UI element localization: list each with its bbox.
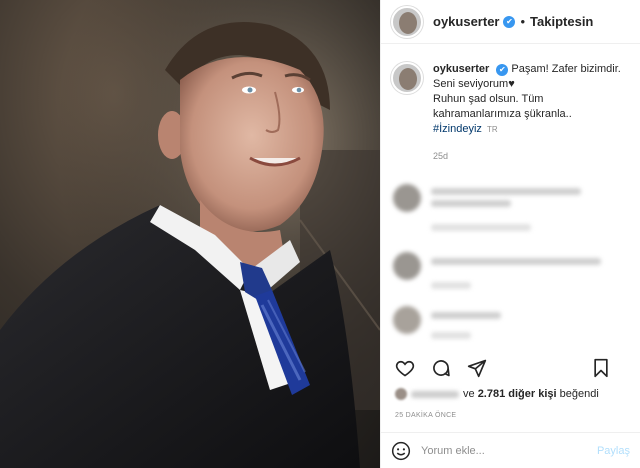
caption: oykuserter ✔ Paşam! Zafer bizimdir. Seni… <box>381 56 640 137</box>
avatar[interactable] <box>391 5 423 38</box>
liker-avatar <box>395 388 407 400</box>
separator-dot: • <box>520 14 526 29</box>
follow-status[interactable]: Takiptesin <box>530 14 593 29</box>
blurred-text <box>431 312 501 319</box>
caption-verified-icon: ✔ <box>496 64 509 76</box>
likes-count[interactable]: 2.781 diğer kişi <box>478 388 557 400</box>
blurred-avatar <box>393 252 421 280</box>
heart-icon[interactable] <box>395 358 415 378</box>
post-side-panel: oykuserter ✔ • Takiptesin oykuserter ✔ P… <box>380 0 640 468</box>
emoji-icon[interactable] <box>391 441 411 461</box>
bookmark-icon[interactable] <box>591 358 611 378</box>
header-username[interactable]: oykuserter <box>433 14 499 29</box>
blurred-comment <box>393 306 629 348</box>
caption-line-3: Ruhun şad olsun. Tüm <box>433 93 544 105</box>
verified-badge-icon: ✔ <box>503 15 516 28</box>
portrait-illustration <box>0 0 380 468</box>
blurred-avatar <box>393 306 421 334</box>
liker-name-blurred <box>411 390 459 398</box>
blurred-text <box>431 200 511 207</box>
comment-icon[interactable] <box>431 358 451 378</box>
blurred-comment <box>393 184 629 232</box>
blurred-text <box>431 258 601 265</box>
language-tag: TR <box>486 125 498 134</box>
likes-suffix: beğendi <box>559 388 599 400</box>
share-button[interactable]: Paylaş <box>597 445 630 457</box>
caption-avatar[interactable] <box>391 62 423 94</box>
post-photo[interactable] <box>0 0 380 468</box>
comment-composer: Paylaş <box>381 432 640 468</box>
post-timestamp[interactable]: 25 DAKİKA ÖNCE <box>395 412 456 419</box>
blurred-text <box>431 188 581 195</box>
action-bar <box>391 356 630 384</box>
send-icon[interactable] <box>467 358 487 378</box>
blurred-comment <box>393 252 629 300</box>
post-header: oykuserter ✔ • Takiptesin <box>381 0 640 44</box>
comments-list[interactable]: oykuserter ✔ Paşam! Zafer bizimdir. Seni… <box>381 56 640 348</box>
caption-line-4: kahramanlarımıza şükranla.. <box>433 108 572 120</box>
blurred-avatar <box>393 184 421 212</box>
hashtag-link[interactable]: #İzindeyiz <box>433 123 482 135</box>
likes-summary[interactable]: ve 2.781 diğer kişi beğendi <box>395 388 599 400</box>
caption-text: oykuserter ✔ Paşam! Zafer bizimdir. Seni… <box>433 62 630 137</box>
comment-input[interactable] <box>421 444 591 457</box>
caption-line-2: Seni seviyorum♥ <box>433 78 515 90</box>
blurred-meta <box>431 282 471 289</box>
blurred-meta <box>431 224 531 231</box>
blurred-meta <box>431 332 471 339</box>
caption-username[interactable]: oykuserter <box>433 63 489 75</box>
caption-line-1: Paşam! Zafer bizimdir. <box>511 63 621 75</box>
caption-time: 25d <box>433 151 449 161</box>
likes-prefix: ve <box>463 388 475 400</box>
